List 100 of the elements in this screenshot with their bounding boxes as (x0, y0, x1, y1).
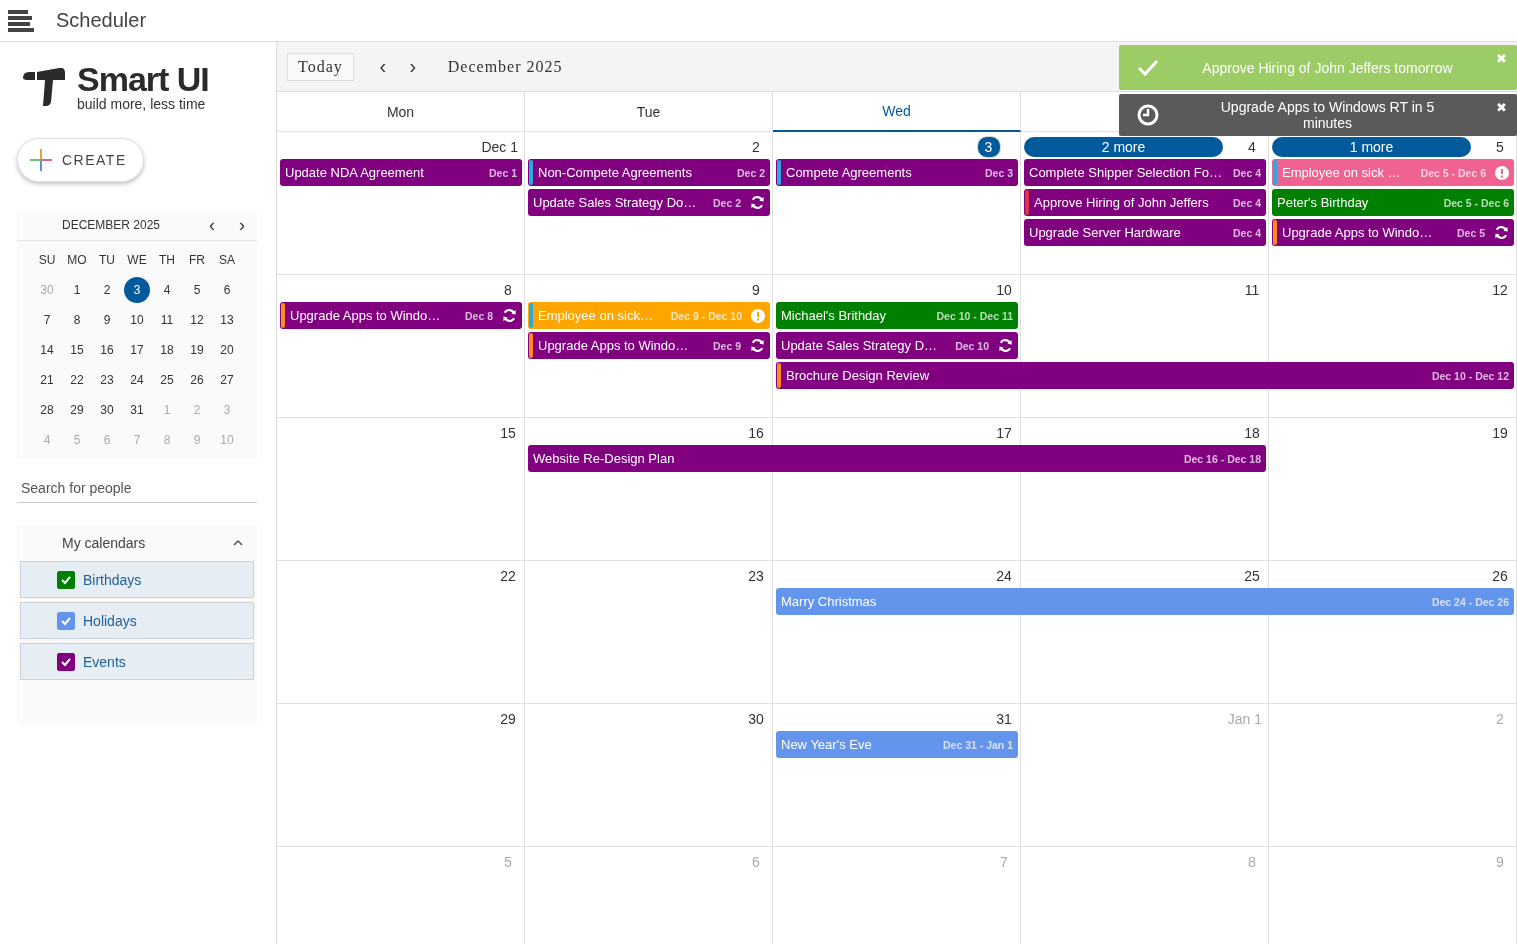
event-bar[interactable]: Michael's Brithday Dec 10 - Dec 11 (776, 302, 1018, 329)
mini-calendar-day[interactable]: 5 (184, 277, 210, 303)
calendar-item[interactable]: Holidays (20, 602, 254, 639)
mini-calendar-day[interactable]: 31 (124, 397, 150, 423)
plus-icon (30, 149, 52, 171)
previous-button[interactable]: ‹ (367, 55, 398, 78)
day-number: 30 (747, 710, 765, 729)
my-calendars-title: My calendars (62, 535, 146, 551)
event-dates: Dec 5 - Dec 6 (1420, 166, 1486, 179)
event-bar[interactable]: Brochure Design Review Dec 10 - Dec 12 (776, 362, 1514, 389)
event-bar[interactable]: Compete Agreements Dec 3 (776, 159, 1018, 186)
event-bar[interactable]: Peter's Birthday Dec 5 - Dec 6 (1272, 189, 1514, 216)
checkbox[interactable] (57, 611, 75, 630)
caret-icon[interactable] (233, 540, 243, 546)
event-title: Upgrade Apps to Windo… (290, 308, 442, 323)
event-dates: Dec 2 (736, 166, 765, 179)
mini-calendar-day[interactable]: 28 (34, 397, 60, 423)
event-bar[interactable]: Update Sales Strategy D… Dec 10 (776, 332, 1018, 359)
day-number: 15 (499, 424, 517, 443)
event-dates: Dec 4 (1232, 166, 1261, 179)
mini-calendar-day[interactable]: 8 (64, 307, 90, 333)
mini-calendar-day[interactable]: 7 (34, 307, 60, 333)
day-number: 22 (499, 567, 517, 586)
day-number: 5 (503, 853, 513, 872)
calendar-item[interactable]: Events (20, 643, 254, 680)
more-events-button[interactable]: 2 more (1024, 137, 1223, 157)
day-number: 11 (1243, 281, 1261, 300)
mini-calendar-day[interactable]: 17 (124, 337, 150, 363)
day-number: 17 (995, 424, 1013, 443)
previous-month-button[interactable]: ‹ (197, 214, 227, 236)
day-number: 10 (995, 281, 1013, 300)
mini-calendar-day[interactable]: 30 (94, 397, 120, 423)
event-bar[interactable]: Approve Hiring of John Jeffers Dec 4 (1024, 189, 1266, 216)
mini-calendar-day[interactable]: 15 (64, 337, 90, 363)
next-button[interactable]: › (397, 55, 428, 78)
notification-text: Approve Hiring of John Jeffers tomorrow (1201, 59, 1454, 76)
event-title: Upgrade Apps to Windo… (1282, 225, 1434, 240)
day-number: 24 (995, 567, 1013, 586)
mini-calendar-day[interactable]: 4 (154, 277, 180, 303)
mini-calendar-day[interactable]: 13 (214, 307, 240, 333)
calendar-item[interactable]: Birthdays (20, 561, 254, 598)
event-dates: Dec 10 - Dec 12 (1431, 369, 1509, 382)
repeat-icon (750, 338, 765, 353)
mini-calendar-day[interactable]: 23 (94, 367, 120, 393)
mini-calendar-day[interactable]: 11 (154, 307, 180, 333)
event-bar[interactable]: Upgrade Apps to Windo… Dec 8 (280, 302, 522, 329)
checkbox[interactable] (57, 652, 75, 671)
close-button[interactable]: ✖ (1496, 100, 1507, 115)
mini-calendar-day[interactable]: 19 (184, 337, 210, 363)
event-bar[interactable]: Website Re-Design Plan Dec 16 - Dec 18 (528, 445, 1266, 472)
event-title: Employee on sick … (1282, 165, 1402, 180)
weekday-label: TU (98, 252, 116, 269)
mini-calendar-day[interactable]: 1 (64, 277, 90, 303)
mini-calendar-day[interactable]: 9 (94, 307, 120, 333)
mini-calendar-day[interactable]: 3 (124, 277, 150, 303)
day-header-tab[interactable]: Wed (773, 92, 1021, 132)
event-bar[interactable]: Upgrade Apps to Windo… Dec 9 (528, 332, 770, 359)
today-button[interactable]: Today (287, 52, 354, 81)
checkbox[interactable] (57, 570, 75, 589)
event-title: Marry Christmas (781, 594, 878, 609)
mini-calendar-day[interactable]: 26 (184, 367, 210, 393)
day-number: 3 (977, 136, 1001, 158)
mini-calendar-day[interactable]: 14 (34, 337, 60, 363)
day-number: 4 (1247, 138, 1257, 157)
mini-calendar-day[interactable]: 6 (214, 277, 240, 303)
create-button[interactable]: CREATE (17, 138, 144, 182)
mini-calendar-day[interactable]: 27 (214, 367, 240, 393)
mini-calendar-day[interactable]: 10 (124, 307, 150, 333)
mini-calendar-day[interactable]: 24 (124, 367, 150, 393)
day-number: 2 (1495, 710, 1505, 729)
weekday-label: SU (37, 252, 57, 269)
logo-mark-icon (23, 68, 65, 106)
logo-tagline: build more, less time (77, 96, 207, 112)
day-number: 2 (751, 138, 761, 157)
mini-calendar-day[interactable]: 12 (184, 307, 210, 333)
mini-calendar-day[interactable]: 2 (94, 277, 120, 303)
mini-calendar-day[interactable]: 20 (214, 337, 240, 363)
event-title: Update Sales Strategy Do… (533, 195, 698, 210)
event-bar[interactable]: Upgrade Apps to Windo… Dec 5 (1272, 219, 1514, 246)
event-title: Employee on sick… (538, 308, 654, 323)
next-month-button[interactable]: › (227, 214, 257, 236)
event-title: Non-Compete Agreements (538, 165, 693, 180)
event-bar[interactable]: Upgrade Server Hardware Dec 4 (1024, 219, 1266, 246)
menu-icon[interactable] (8, 9, 34, 32)
mini-calendar-day[interactable]: 25 (154, 367, 180, 393)
event-bar[interactable]: Update Sales Strategy Do… Dec 2 (528, 189, 770, 216)
mini-calendar-day[interactable]: 29 (64, 397, 90, 423)
event-bar[interactable]: Non-Compete Agreements Dec 2 (528, 159, 770, 186)
day-header-tab[interactable]: Tue (525, 92, 773, 132)
mini-calendar-day[interactable]: 16 (94, 337, 120, 363)
event-title: Upgrade Server Hardware (1029, 225, 1182, 240)
event-bar[interactable]: Complete Shipper Selection Fo… Dec 4 (1024, 159, 1266, 186)
day-header-tab[interactable]: Mon (277, 92, 525, 132)
alert-icon (1495, 165, 1509, 180)
repeat-icon (502, 308, 517, 323)
more-events-button[interactable]: 1 more (1272, 137, 1471, 157)
mini-calendar-day[interactable]: 22 (64, 367, 90, 393)
mini-calendar-day[interactable]: 18 (154, 337, 180, 363)
mini-calendar-day[interactable]: 21 (34, 367, 60, 393)
event-bar[interactable]: Update NDA Agreement Dec 1 (280, 159, 522, 186)
